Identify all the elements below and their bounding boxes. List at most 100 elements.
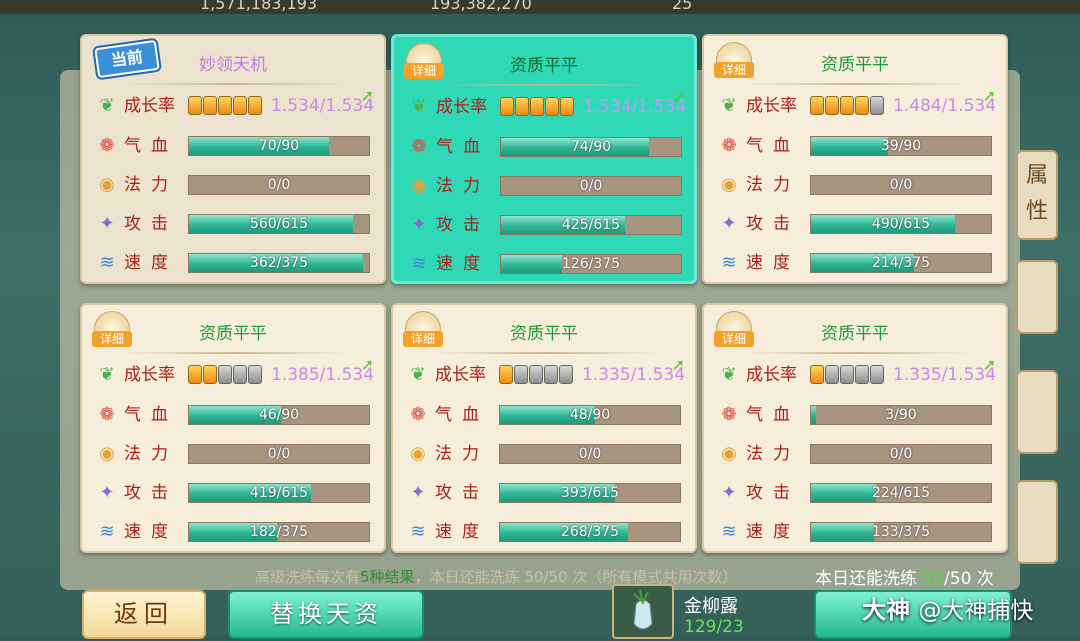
divider [122, 352, 348, 354]
stat-value: 133/375 [871, 524, 931, 540]
growth-pip [529, 365, 543, 384]
leaf-icon: ❦ [99, 95, 115, 116]
stat-row: ✦ 攻击 425/615 [408, 213, 688, 237]
stat-row: ≋ 速度 362/375 [96, 251, 376, 275]
stat-bar: 133/375 [810, 522, 992, 542]
growth-pip [810, 96, 824, 115]
wind-icon: ≋ [99, 521, 115, 542]
growth-row: ❦ 成长率 1.385/1.534 ➚ [96, 355, 376, 387]
growth-pip [218, 365, 232, 384]
stat-label: 法力 [435, 444, 489, 464]
sword-icon: ✦ [721, 482, 737, 503]
growth-pip [545, 97, 559, 116]
growth-pip [515, 97, 529, 116]
stat-value: 362/375 [249, 255, 309, 271]
growth-pips: 1.335/1.534 [810, 364, 996, 386]
wind-icon: ≋ [411, 253, 427, 274]
remaining-prefix: 本日还能洗练 [815, 569, 923, 589]
stat-label: 速度 [124, 522, 178, 542]
up-arrow-icon: ➚ [671, 355, 685, 374]
growth-pip [514, 365, 528, 384]
growth-pip [870, 96, 884, 115]
stat-value: 70/90 [258, 138, 300, 154]
stat-value: 0/0 [267, 446, 291, 462]
up-arrow-icon: ➚ [982, 355, 996, 374]
stat-value: 419/615 [249, 485, 309, 501]
item-slot[interactable] [612, 584, 674, 639]
growth-row: ❦ 成长率 1.335/1.534 ➚ [407, 355, 687, 387]
up-arrow-icon: ➚ [360, 355, 374, 374]
divider [122, 83, 348, 85]
talent-card[interactable]: 详细 资质平平 ❦ 成长率 1.335/1.534 ➚ ❁ 气血 48/90 ◉ … [391, 303, 697, 553]
stat-label: 攻击 [124, 483, 178, 503]
stat-row: ✦ 攻击 490/615 [718, 212, 998, 236]
leaf-icon: ❦ [411, 96, 427, 117]
stat-label: 气血 [124, 405, 178, 425]
divider [434, 84, 660, 86]
stat-bar: 0/0 [188, 175, 370, 195]
growth-pip [840, 96, 854, 115]
stat-row: ❁ 气血 46/90 [96, 403, 376, 427]
back-button[interactable]: 返回 [82, 590, 206, 639]
stat-row: ✦ 攻击 419/615 [96, 481, 376, 505]
stat-label: 法力 [746, 175, 800, 195]
wind-icon: ≋ [99, 252, 115, 273]
mana-swirl-icon: ◉ [721, 174, 737, 195]
stat-value: 39/90 [880, 138, 922, 154]
talent-card[interactable]: 详细 资质平平 ❦ 成长率 1.534/1.534 ➚ ❁ 气血 74/90 ◉ … [391, 34, 697, 284]
watermark-brand: 大神 [862, 596, 910, 624]
stat-bar: 224/615 [810, 483, 992, 503]
growth-pip [203, 365, 217, 384]
growth-pip [825, 96, 839, 115]
growth-pips: 1.385/1.534 [188, 364, 374, 386]
stat-label: 速度 [746, 522, 800, 542]
stat-row: ✦ 攻击 393/615 [407, 481, 687, 505]
stat-row: ❁ 气血 74/90 [408, 135, 688, 159]
growth-pips: 1.335/1.534 [499, 364, 685, 386]
growth-value: 1.484/1.534 [893, 95, 997, 116]
talent-card[interactable]: 详细 资质平平 ❦ 成长率 1.335/1.534 ➚ ❁ 气血 3/90 ◉ 法… [702, 303, 1008, 553]
mana-swirl-icon: ◉ [411, 175, 427, 196]
replace-talent-button[interactable]: 替换天资 [228, 590, 424, 639]
talent-card[interactable]: 当前 妙领天机 ❦ 成长率 1.534/1.534 ➚ ❁ 气血 70/90 ◉ … [80, 34, 386, 284]
divider [744, 83, 970, 85]
stat-row: ❁ 气血 48/90 [407, 403, 687, 427]
stat-bar: 39/90 [810, 136, 992, 156]
stat-value: 224/615 [871, 485, 931, 501]
stat-bar: 48/90 [499, 405, 681, 425]
stat-label: 法力 [124, 444, 178, 464]
growth-pip [218, 96, 232, 115]
stat-label: 攻击 [746, 214, 800, 234]
side-tab[interactable] [1016, 480, 1058, 564]
growth-pips: 1.484/1.534 [810, 95, 996, 117]
stat-row: ✦ 攻击 560/615 [96, 212, 376, 236]
side-tab[interactable] [1016, 370, 1058, 454]
stat-value: 0/0 [267, 177, 291, 193]
growth-pips: 1.534/1.534 [500, 96, 686, 118]
stat-value: 0/0 [579, 178, 603, 194]
growth-pip [544, 365, 558, 384]
stat-row: ◉ 法力 0/0 [718, 442, 998, 466]
resource-text: 1,571,183,193 [200, 0, 318, 13]
growth-pip [248, 365, 262, 384]
talent-card[interactable]: 详细 资质平平 ❦ 成长率 1.385/1.534 ➚ ❁ 气血 46/90 ◉ … [80, 303, 386, 553]
remaining-washes: 本日还能洗练 50/50 次 [815, 564, 994, 589]
stat-label: 攻击 [124, 214, 178, 234]
growth-pip [203, 96, 217, 115]
stat-value: 0/0 [889, 177, 913, 193]
item-count: 129/23 [684, 617, 744, 637]
stat-bar: 126/375 [500, 254, 682, 274]
growth-pips: 1.534/1.534 [188, 95, 374, 117]
stat-value: 46/90 [258, 407, 300, 423]
talent-card[interactable]: 详细 资质平平 ❦ 成长率 1.484/1.534 ➚ ❁ 气血 39/90 ◉ … [702, 34, 1008, 284]
growth-pip [855, 365, 869, 384]
stat-label: 气血 [124, 136, 178, 156]
sword-icon: ✦ [721, 213, 737, 234]
side-tab[interactable] [1016, 260, 1058, 334]
tab-attributes[interactable]: 属性 [1016, 150, 1058, 240]
stat-bar: 0/0 [188, 444, 370, 464]
stat-bar: 393/615 [499, 483, 681, 503]
growth-value: 1.534/1.534 [583, 96, 687, 117]
sword-icon: ✦ [411, 214, 427, 235]
sword-icon: ✦ [410, 482, 426, 503]
